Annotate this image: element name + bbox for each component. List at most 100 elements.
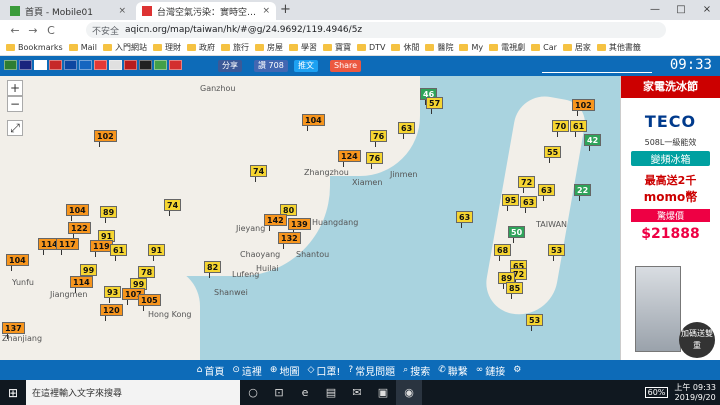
maximize-button[interactable]: □ — [668, 0, 694, 20]
mail-icon[interactable]: ✉ — [344, 380, 370, 405]
aqi-station-marker[interactable]: 74 — [250, 165, 268, 182]
store-icon[interactable]: ▣ — [370, 380, 396, 405]
aqi-station-marker[interactable]: 70 — [552, 120, 570, 137]
aqi-station-marker[interactable]: 105 — [138, 294, 161, 311]
language-flag-icon[interactable] — [49, 60, 62, 70]
chrome-icon[interactable]: ◉ — [396, 380, 422, 405]
taskbar-search-input[interactable]: 在這裡輸入文字來搜尋 — [26, 380, 240, 405]
bookmark-item[interactable]: 寶寶 — [322, 42, 351, 53]
aqi-station-marker[interactable]: 76 — [366, 152, 384, 169]
aqi-station-marker[interactable]: 117 — [56, 238, 79, 255]
nav-settings[interactable]: ⚙ — [513, 365, 523, 375]
language-flag-icon[interactable] — [169, 60, 182, 70]
language-flag-icon[interactable] — [34, 60, 47, 70]
fullscreen-icon[interactable]: ⤢ — [7, 120, 23, 136]
bookmark-item[interactable]: 居家 — [562, 42, 591, 53]
language-flag-icon[interactable] — [64, 60, 77, 70]
aqi-station-marker[interactable]: 104 — [302, 114, 325, 131]
bookmark-item[interactable]: Bookmarks — [6, 43, 63, 52]
site-search-input[interactable] — [542, 59, 652, 73]
aqi-station-marker[interactable]: 42 — [584, 134, 602, 151]
bookmark-item[interactable]: 理財 — [152, 42, 181, 53]
zoom-out-button[interactable]: − — [7, 96, 23, 112]
ad-badge[interactable]: 加碼送雙重 — [679, 322, 715, 358]
address-bar[interactable]: 不安全 aqicn.org/map/taiwan/hk/#@g/24.9692/… — [86, 22, 666, 38]
forward-button[interactable]: → — [24, 24, 42, 37]
taskbar-clock[interactable]: 上午 09:33 2019/9/20 — [674, 383, 716, 403]
task-view-icon[interactable]: ⊡ — [266, 380, 292, 405]
language-flag-icon[interactable] — [4, 60, 17, 70]
aqi-station-marker[interactable]: 95 — [502, 194, 520, 211]
aqi-station-marker[interactable]: 137 — [2, 322, 25, 339]
nav-contact[interactable]: ✆ 聯繫 — [438, 363, 468, 378]
aqi-station-marker[interactable]: 63 — [520, 196, 538, 213]
advertisement-panel[interactable]: 家電洗冰節 TECO 508L一級能效 變頻冰箱 最高送2千 momo幣 驚爆價… — [620, 76, 720, 360]
bookmark-item[interactable]: 休閒 — [391, 42, 419, 53]
aqi-map[interactable]: + − ⤢ Ganzhou Zhangzhou Xiamen Jinmen Hu… — [0, 76, 620, 360]
aqi-station-marker[interactable]: 57 — [426, 97, 444, 114]
language-flag-icon[interactable] — [124, 60, 137, 70]
share-button[interactable]: Share — [330, 60, 362, 72]
nav-faq[interactable]: ? 常見問題 — [348, 363, 395, 378]
new-tab-button[interactable]: + — [280, 2, 291, 17]
aqi-station-marker[interactable]: 102 — [572, 99, 595, 116]
battery-indicator[interactable]: 60% — [644, 387, 669, 398]
aqi-station-marker[interactable]: 132 — [278, 232, 301, 249]
aqi-station-marker[interactable]: 55 — [544, 146, 562, 163]
tab-mobile01[interactable]: 首頁 - Mobile01 × — [4, 2, 132, 20]
aqi-station-marker[interactable]: 82 — [204, 261, 222, 278]
reload-button[interactable]: C — [42, 24, 60, 37]
aqi-station-marker[interactable]: 50 — [508, 226, 526, 243]
nav-home[interactable]: ⌂ 首頁 — [197, 363, 225, 378]
bookmark-item[interactable]: DTV — [356, 43, 385, 52]
aqi-station-marker[interactable]: 63 — [456, 211, 474, 228]
bookmark-item[interactable]: Car — [531, 43, 557, 52]
bookmark-item[interactable]: 政府 — [186, 42, 215, 53]
nav-search[interactable]: ⌕ 搜索 — [403, 363, 430, 378]
language-flag-icon[interactable] — [94, 60, 107, 70]
aqi-station-marker[interactable]: 142 — [264, 214, 287, 231]
language-flag-icon[interactable] — [19, 60, 32, 70]
tweet-button[interactable]: 推文 — [294, 60, 318, 72]
nav-links[interactable]: ∞ 鏈接 — [476, 363, 506, 378]
tab-close-icon[interactable]: × — [118, 6, 126, 16]
aqi-station-marker[interactable]: 104 — [6, 254, 29, 271]
bookmark-item[interactable]: 房屋 — [254, 42, 283, 53]
aqi-station-marker[interactable]: 85 — [506, 282, 524, 299]
bookmark-item[interactable]: 旅行 — [220, 42, 249, 53]
aqi-station-marker[interactable]: 22 — [574, 184, 592, 201]
aqi-station-marker[interactable]: 53 — [526, 314, 544, 331]
bookmark-item[interactable]: Mail — [68, 43, 97, 52]
facebook-like-button[interactable]: 讚 708 — [254, 60, 288, 72]
aqi-station-marker[interactable]: 104 — [66, 204, 89, 221]
nav-here[interactable]: ⊙ 這裡 — [232, 363, 262, 378]
aqi-station-marker[interactable]: 122 — [68, 222, 91, 239]
aqi-station-marker[interactable]: 99 — [80, 264, 98, 281]
aqi-station-marker[interactable]: 74 — [164, 199, 182, 216]
tab-aqicn[interactable]: 台灣空氣污染：實時空氣質量指數 × — [136, 2, 276, 20]
minimize-button[interactable]: — — [642, 0, 668, 20]
aqi-station-marker[interactable]: 63 — [538, 184, 556, 201]
other-bookmarks[interactable]: 其他書籤 — [596, 42, 641, 53]
start-button[interactable]: ⊞ — [0, 386, 26, 400]
edge-icon[interactable]: e — [292, 380, 318, 405]
bookmark-item[interactable]: 醫院 — [425, 42, 453, 53]
aqi-station-marker[interactable]: 89 — [100, 206, 118, 223]
aqi-station-marker[interactable]: 68 — [494, 244, 512, 261]
aqi-station-marker[interactable]: 76 — [370, 130, 388, 147]
facebook-share-button[interactable]: 分享 — [218, 60, 242, 72]
bookmark-item[interactable]: 學習 — [288, 42, 317, 53]
aqi-station-marker[interactable]: 61 — [570, 120, 588, 137]
aqi-station-marker[interactable]: 139 — [288, 218, 311, 235]
aqi-station-marker[interactable]: 102 — [94, 130, 117, 147]
tab-close-icon[interactable]: × — [262, 6, 270, 16]
aqi-station-marker[interactable]: 72 — [518, 176, 536, 193]
language-flag-icon[interactable] — [139, 60, 152, 70]
aqi-station-marker[interactable]: 124 — [338, 150, 361, 167]
bookmark-item[interactable]: My — [459, 43, 483, 52]
zoom-in-button[interactable]: + — [7, 80, 23, 96]
back-button[interactable]: ← — [6, 24, 24, 37]
nav-mask[interactable]: ◇ 口罩! — [307, 363, 340, 378]
bookmark-item[interactable]: 入門網站 — [102, 42, 147, 53]
aqi-station-marker[interactable]: 120 — [100, 304, 123, 321]
